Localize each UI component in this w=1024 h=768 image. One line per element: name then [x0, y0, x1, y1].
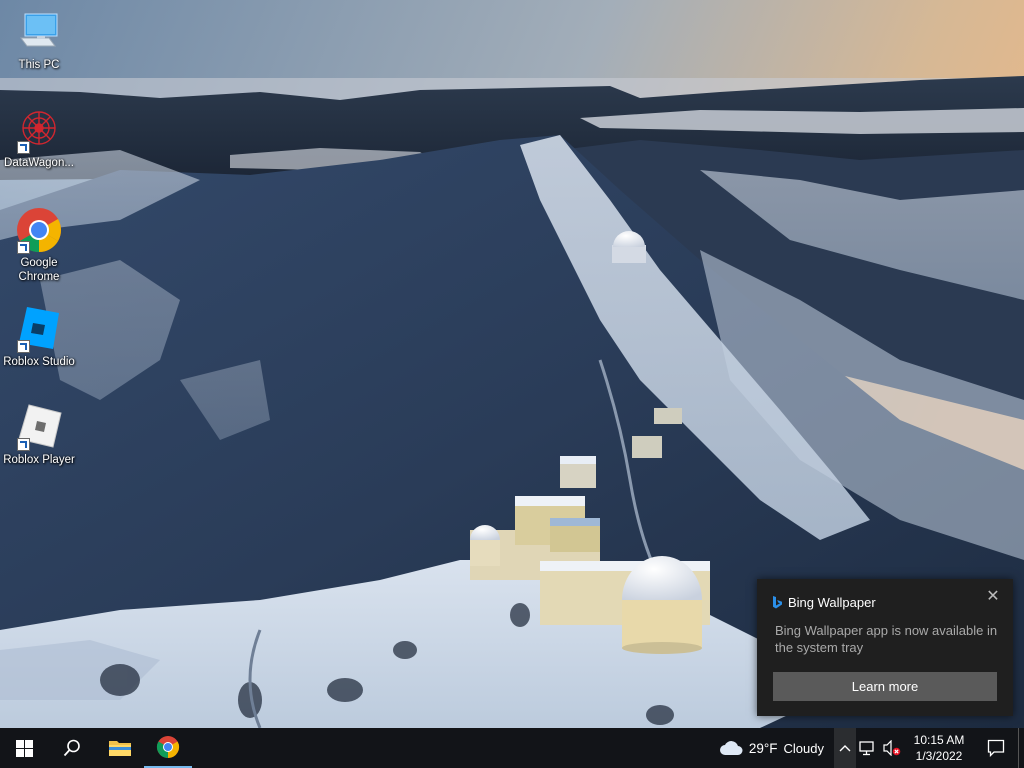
bing-logo-icon [773, 596, 782, 609]
weather-condition: Cloudy [783, 740, 824, 756]
desktop-icon-label: Google Chrome [18, 257, 60, 283]
chrome-icon [156, 736, 180, 758]
show-desktop-button[interactable] [1018, 728, 1024, 768]
file-explorer-button[interactable] [96, 728, 144, 768]
roblox-studio-icon [15, 305, 63, 353]
volume-button[interactable] [880, 728, 904, 768]
notification-message: Bing Wallpaper app is now available in t… [775, 623, 998, 655]
desktop-icon-google-chrome[interactable]: Google Chrome [0, 206, 78, 284]
shortcut-arrow-icon [17, 241, 30, 254]
cloud-icon [719, 741, 743, 755]
shortcut-arrow-icon [17, 141, 30, 154]
close-icon[interactable]: ✕ [985, 589, 1001, 605]
roblox-player-icon [15, 403, 63, 451]
this-pc-icon [15, 8, 63, 56]
volume-muted-icon [883, 740, 901, 756]
notification-icon [987, 739, 1005, 757]
notification-header: Bing Wallpaper [773, 595, 876, 610]
datawagon-icon [15, 106, 63, 154]
clock[interactable]: 10:15 AM 1/3/2022 [904, 732, 974, 764]
action-center-button[interactable] [974, 728, 1018, 768]
clock-date: 1/3/2022 [915, 749, 963, 763]
search-button[interactable] [48, 728, 96, 768]
start-button[interactable] [0, 728, 48, 768]
search-icon [63, 739, 80, 757]
taskbar: 29°F Cloudy 10:15 AM 1/3/2022 [0, 728, 1024, 768]
start-icon [15, 739, 33, 757]
bing-wallpaper-notification[interactable]: Bing Wallpaper ✕ Bing Wallpaper app is n… [757, 579, 1013, 716]
desktop-icon-roblox-player[interactable]: Roblox Player [0, 403, 78, 467]
desktop-icon-roblox-studio[interactable]: Roblox Studio [0, 305, 78, 369]
desktop-icon-datawagon[interactable]: DataWagon... [0, 106, 78, 170]
chrome-icon [15, 206, 63, 254]
desktop-icon-label: This PC [18, 59, 60, 71]
shortcut-arrow-icon [17, 340, 30, 353]
network-status-button[interactable] [856, 728, 880, 768]
show-hidden-icons-button[interactable] [834, 728, 856, 768]
desktop-icon-label: Roblox Studio [3, 356, 75, 368]
notification-app-name: Bing Wallpaper [788, 595, 876, 610]
chrome-taskbar-button[interactable] [144, 728, 192, 768]
file-explorer-icon [109, 741, 131, 756]
learn-more-button[interactable]: Learn more [773, 672, 997, 701]
weather-temperature: 29°F [748, 740, 778, 756]
system-tray: 29°F Cloudy 10:15 AM 1/3/2022 [719, 728, 1024, 768]
shortcut-arrow-icon [17, 438, 30, 451]
chevron-up-icon [839, 745, 851, 752]
desktop-icon-this-pc[interactable]: This PC [0, 8, 78, 72]
network-icon [859, 741, 874, 756]
clock-time: 10:15 AM [913, 733, 965, 747]
weather-widget[interactable]: 29°F Cloudy [719, 728, 834, 768]
desktop-icon-label: DataWagon... [4, 157, 74, 169]
desktop-icon-label: Roblox Player [3, 454, 75, 466]
